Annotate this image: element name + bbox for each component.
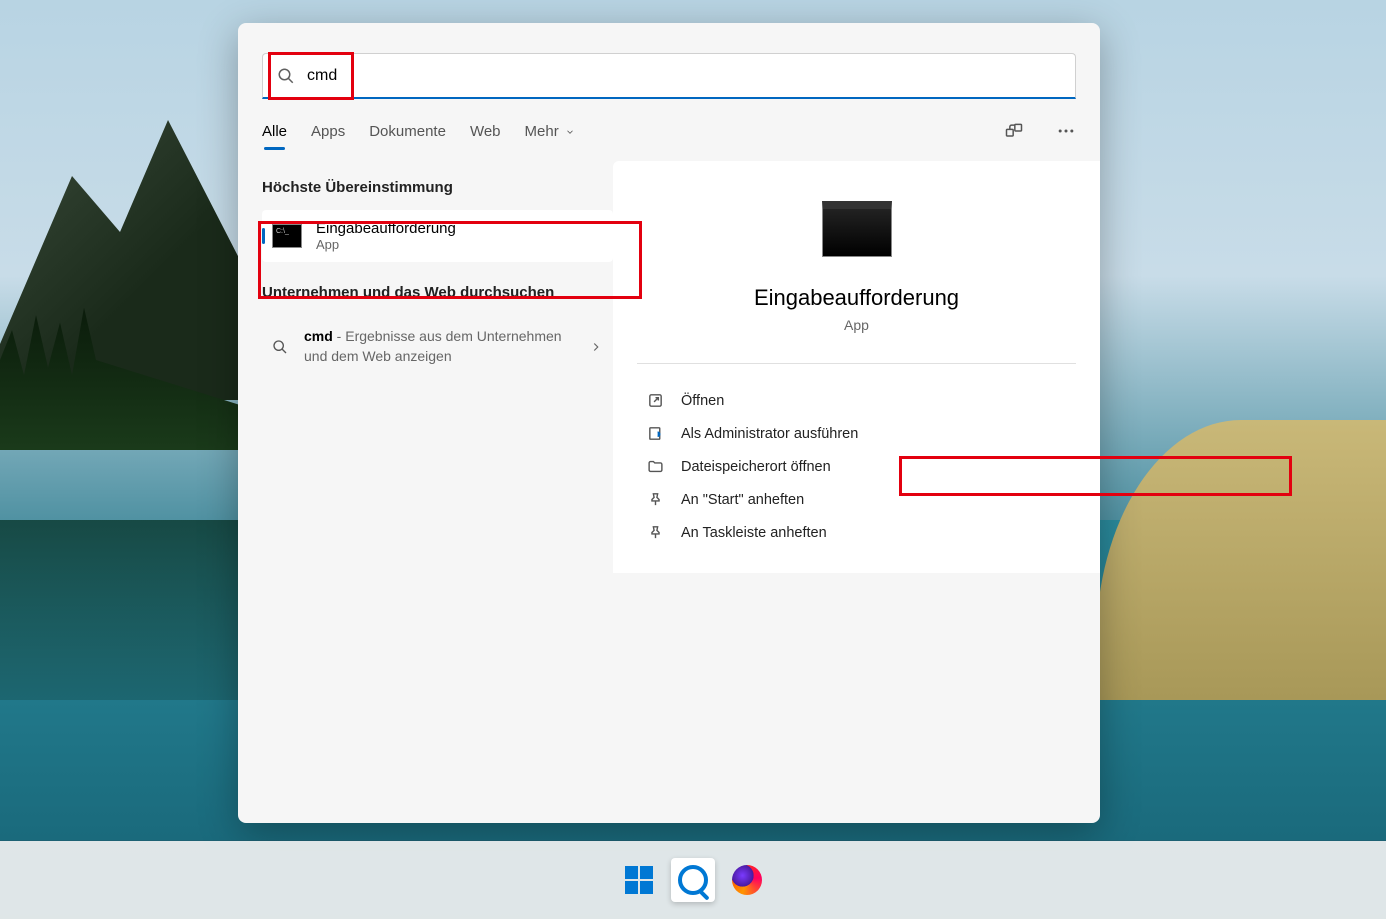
detail-pane: Eingabeaufforderung App Öffnen Als Admin… xyxy=(613,161,1100,573)
search-icon xyxy=(272,339,290,355)
firefox-button[interactable] xyxy=(725,858,769,902)
action-pin-start[interactable]: An "Start" anheften xyxy=(637,483,1076,516)
start-search-panel: Alle Apps Dokumente Web Mehr Höchste Übe… xyxy=(238,23,1100,823)
result-item-eingabeaufforderung[interactable]: C:\_ Eingabeaufforderung App xyxy=(262,210,613,262)
chevron-down-icon xyxy=(565,127,575,137)
search-input[interactable] xyxy=(307,67,1061,85)
desktop-bg-grass xyxy=(1096,420,1386,700)
search-input-container[interactable] xyxy=(262,53,1076,99)
tab-apps[interactable]: Apps xyxy=(311,123,345,140)
chevron-right-icon xyxy=(589,340,603,354)
org-switcher-icon[interactable] xyxy=(1004,121,1024,141)
folder-icon xyxy=(647,458,665,475)
action-run-as-admin[interactable]: Als Administrator ausführen xyxy=(637,417,1076,450)
cmd-app-icon-large xyxy=(822,201,892,257)
results-list: Höchste Übereinstimmung C:\_ Eingabeauff… xyxy=(238,161,613,573)
action-open-location[interactable]: Dateispeicherort öffnen xyxy=(637,450,1076,483)
action-pin-taskbar[interactable]: An Taskleiste anheften xyxy=(637,516,1076,549)
pin-icon xyxy=(647,491,665,508)
result-title: Eingabeaufforderung xyxy=(316,220,456,237)
more-options-icon[interactable] xyxy=(1056,121,1076,141)
web-search-header: Unternehmen und das Web durchsuchen xyxy=(262,284,613,301)
search-icon xyxy=(678,865,708,895)
firefox-icon xyxy=(732,865,762,895)
start-button[interactable] xyxy=(617,858,661,902)
divider xyxy=(637,363,1076,364)
windows-logo-icon xyxy=(625,866,653,894)
desktop-bg-reflection xyxy=(0,520,240,700)
best-match-header: Höchste Übereinstimmung xyxy=(262,179,613,196)
action-label: An Taskleiste anheften xyxy=(681,525,827,541)
filter-tabs: Alle Apps Dokumente Web Mehr xyxy=(238,99,1100,151)
action-label: Als Administrator ausführen xyxy=(681,426,858,442)
search-icon xyxy=(277,67,295,85)
result-subtitle: App xyxy=(316,237,456,252)
open-external-icon xyxy=(647,392,665,409)
tab-documents[interactable]: Dokumente xyxy=(369,123,446,140)
shield-icon xyxy=(647,425,665,442)
detail-subtitle: App xyxy=(844,317,869,333)
cmd-app-icon: C:\_ xyxy=(272,224,302,248)
pin-icon xyxy=(647,524,665,541)
tab-web[interactable]: Web xyxy=(470,123,501,140)
action-label: An "Start" anheften xyxy=(681,492,804,508)
tab-all[interactable]: Alle xyxy=(262,123,287,140)
action-open[interactable]: Öffnen xyxy=(637,384,1076,417)
tab-more-label: Mehr xyxy=(525,123,559,140)
detail-title: Eingabeaufforderung xyxy=(754,285,959,311)
web-search-text: cmd - Ergebnisse aus dem Unternehmen und… xyxy=(304,327,575,366)
action-label: Öffnen xyxy=(681,393,724,409)
web-search-item[interactable]: cmd - Ergebnisse aus dem Unternehmen und… xyxy=(262,315,613,378)
search-button[interactable] xyxy=(671,858,715,902)
tab-more[interactable]: Mehr xyxy=(525,123,575,140)
action-label: Dateispeicherort öffnen xyxy=(681,459,831,475)
taskbar xyxy=(0,841,1386,919)
